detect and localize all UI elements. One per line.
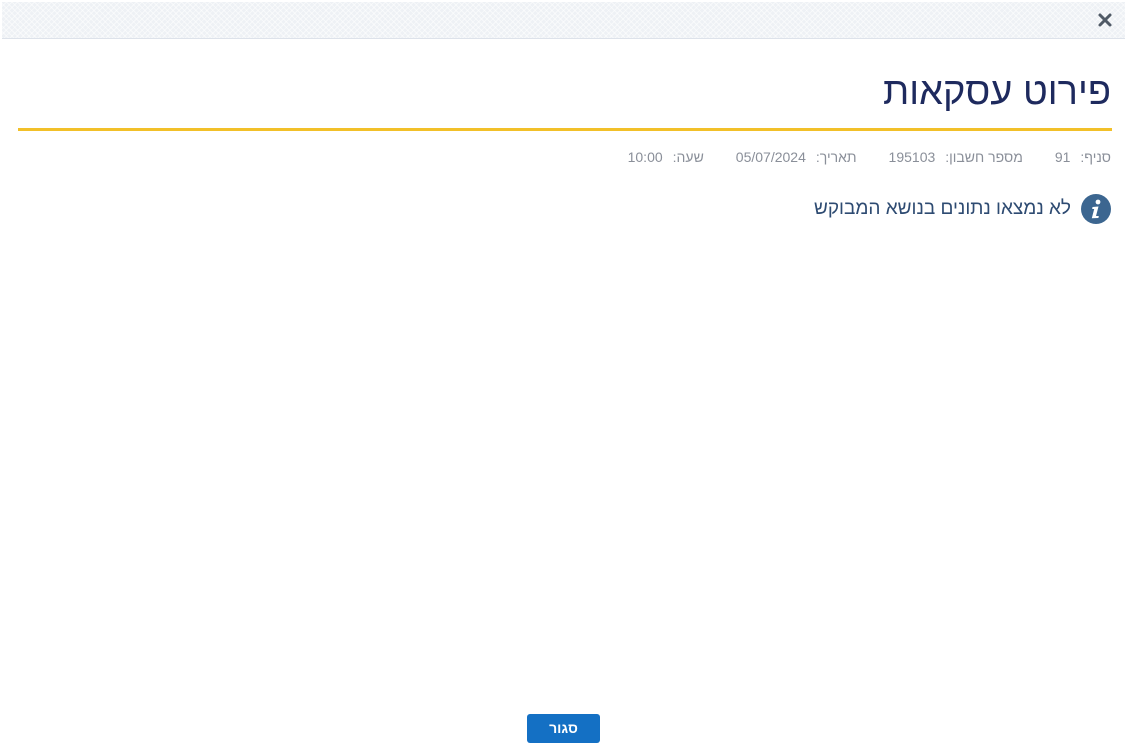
branch-value: 91 xyxy=(1054,149,1071,165)
meta-branch: סניף: 91 xyxy=(1055,149,1111,165)
close-icon[interactable] xyxy=(1096,11,1114,29)
dialog-topbar xyxy=(2,2,1125,39)
no-data-message: לא נמצאו נתונים בנושא המבוקש xyxy=(814,194,1111,224)
meta-account: מספר חשבון: 195103 xyxy=(889,149,1023,165)
time-value: 10:00 xyxy=(627,149,663,165)
title-divider xyxy=(18,128,1112,131)
time-label: שעה: xyxy=(672,149,704,165)
meta-date: תאריך: 05/07/2024 xyxy=(736,149,857,165)
account-meta: סניף: 91 מספר חשבון: 195103 תאריך: 05/07… xyxy=(628,147,1111,167)
transactions-dialog: פירוט עסקאות סניף: 91 מספר חשבון: 195103… xyxy=(0,0,1127,749)
account-value: 195103 xyxy=(888,149,936,165)
close-button[interactable]: סגור xyxy=(527,714,600,743)
account-label: מספר חשבון: xyxy=(945,149,1023,165)
meta-time: שעה: 10:00 xyxy=(628,149,704,165)
no-data-text: לא נמצאו נתונים בנושא המבוקש xyxy=(813,198,1071,219)
date-value: 05/07/2024 xyxy=(735,149,806,165)
page-title: פירוט עסקאות xyxy=(882,71,1111,113)
info-icon xyxy=(1081,194,1111,224)
date-label: תאריך: xyxy=(815,149,857,165)
branch-label: סניף: xyxy=(1080,149,1111,165)
